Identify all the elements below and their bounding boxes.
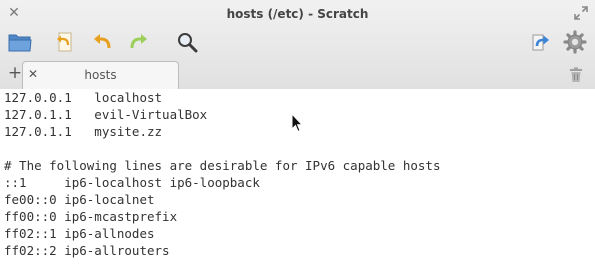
editor-line: 127.0.1.1 mysite.zz <box>4 124 163 139</box>
editor-line: # The following lines are desirable for … <box>4 158 441 173</box>
editor-line: 127.0.1.1 evil-VirtualBox <box>4 107 208 122</box>
redo-icon <box>128 31 150 53</box>
folder-open-icon <box>8 31 32 53</box>
revert-icon <box>54 31 76 53</box>
open-button[interactable] <box>6 28 34 56</box>
trash-icon[interactable] <box>569 67 583 83</box>
gear-icon <box>563 30 587 54</box>
editor-line: 127.0.0.1 localhost <box>4 90 163 105</box>
editor-lines: 127.0.0.1 localhost 127.0.1.1 evil-Virtu… <box>4 89 441 259</box>
window-title: hosts (/etc) - Scratch <box>226 7 369 21</box>
editor-line: ff02::2 ip6-allrouters <box>4 243 170 258</box>
editor-line: ::1 ip6-localhost ip6-loopback <box>4 175 260 190</box>
search-icon <box>176 31 198 53</box>
tab-hosts[interactable]: ✕ hosts <box>22 61 179 89</box>
titlebar: ✕ hosts (/etc) - Scratch <box>0 0 595 28</box>
scratch-window: ✕ hosts (/etc) - Scratch + ✕ hosts 127.0… <box>0 0 595 268</box>
tab-label: hosts <box>84 68 117 82</box>
undo-icon <box>91 31 113 53</box>
editor-line: ff00::0 ip6-mcastprefix <box>4 209 178 224</box>
revert-button[interactable] <box>51 28 79 56</box>
redo-button[interactable] <box>125 28 153 56</box>
window-chrome: ✕ hosts (/etc) - Scratch + ✕ hosts <box>0 0 595 90</box>
editor-line: fe00::0 ip6-localnet <box>4 192 155 207</box>
tab-bar: + ✕ hosts <box>0 60 595 89</box>
mouse-cursor-icon <box>291 112 304 133</box>
editor-line: ff02::1 ip6-allnodes <box>4 226 155 241</box>
preferences-button[interactable] <box>561 28 589 56</box>
search-button[interactable] <box>173 28 201 56</box>
new-tab-icon[interactable]: + <box>7 64 23 82</box>
undo-button[interactable] <box>88 28 116 56</box>
share-icon <box>530 31 552 53</box>
toolbar <box>0 28 595 58</box>
share-button[interactable] <box>527 28 555 56</box>
maximize-icon[interactable] <box>573 5 589 21</box>
